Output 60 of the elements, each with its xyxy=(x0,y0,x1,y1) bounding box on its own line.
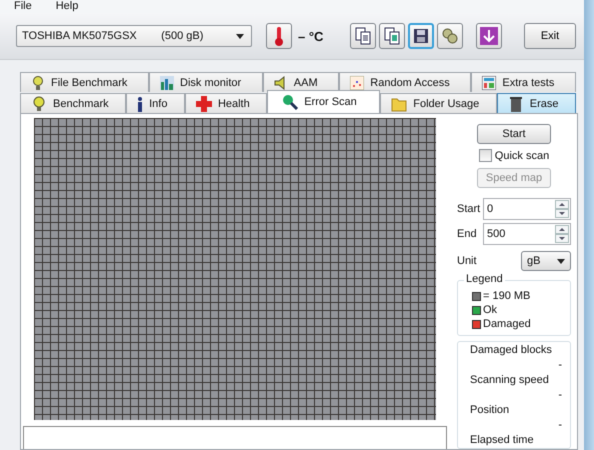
cross-icon xyxy=(196,96,212,112)
caret-icon xyxy=(236,34,244,39)
stat-label: Damaged blocks xyxy=(470,343,553,358)
quick-scan-checkbox[interactable] xyxy=(478,149,492,162)
copy-icon xyxy=(384,27,400,46)
tab[interactable]: Info xyxy=(126,93,185,113)
tab[interactable]: Erase xyxy=(496,93,576,113)
start-button[interactable]: Start xyxy=(477,124,551,144)
thermometer-icon xyxy=(274,26,284,46)
options-button[interactable] xyxy=(437,23,463,50)
bulb-icon xyxy=(31,96,47,112)
field-label: Start xyxy=(457,203,482,215)
drive-dropdown[interactable]: TOSHIBA MK5075GSX (500 gB) xyxy=(16,25,252,48)
exit-button[interactable]: Exit xyxy=(524,23,576,50)
tab[interactable]: Benchmark xyxy=(20,93,126,113)
stat-label: Position xyxy=(470,403,510,418)
legend-label: Damaged xyxy=(483,318,531,330)
caret-icon xyxy=(557,258,565,264)
tab[interactable]: Health xyxy=(184,93,268,113)
gears-icon xyxy=(442,28,458,44)
bars-icon xyxy=(160,76,174,90)
tab[interactable]: Disk monitor xyxy=(149,72,263,92)
info-icon xyxy=(137,96,144,112)
legend-title: Legend xyxy=(464,273,505,285)
spinner-icon xyxy=(555,200,569,218)
menu-item[interactable]: File xyxy=(14,0,32,14)
calc-icon xyxy=(482,76,496,90)
tab[interactable]: Folder Usage xyxy=(380,93,497,113)
bulb-icon xyxy=(31,76,45,90)
stat-value: - xyxy=(558,358,562,373)
floppy-icon xyxy=(413,28,429,44)
temperature-reading: – °C xyxy=(298,28,324,44)
magnifier-icon xyxy=(282,94,298,110)
stat-value: - xyxy=(558,388,562,403)
stat-label: Scanning speed xyxy=(470,373,550,388)
legend-label: Ok xyxy=(483,304,498,316)
tab[interactable]: File Benchmark xyxy=(20,72,150,92)
save-button[interactable] xyxy=(408,23,434,50)
download-button[interactable] xyxy=(476,23,502,50)
stat-label: Elapsed time xyxy=(470,433,535,448)
legend-label: = 190 MB xyxy=(483,290,530,302)
spinner-icon xyxy=(555,225,569,243)
copy-button[interactable] xyxy=(379,23,405,50)
copy-icon xyxy=(355,27,371,46)
field-label: End xyxy=(457,228,478,240)
start-field[interactable]: 0 xyxy=(483,198,571,220)
checkbox-label: Quick scan xyxy=(494,150,550,162)
arrow-down-icon xyxy=(480,27,498,46)
end-field[interactable]: 500 xyxy=(483,223,571,245)
stat-value: - xyxy=(558,418,562,433)
tab[interactable]: Extra tests xyxy=(471,72,576,92)
bin-icon xyxy=(508,96,524,112)
dots-icon xyxy=(350,76,364,90)
menu-item[interactable]: Help xyxy=(56,0,78,14)
tab[interactable]: Error Scan xyxy=(267,90,380,113)
thermometer-button[interactable] xyxy=(266,23,292,50)
copy-button[interactable] xyxy=(350,23,376,50)
tab[interactable]: Random Access xyxy=(339,72,472,92)
unit-dropdown[interactable]: gB xyxy=(521,251,571,271)
field-label: Unit xyxy=(457,255,478,267)
